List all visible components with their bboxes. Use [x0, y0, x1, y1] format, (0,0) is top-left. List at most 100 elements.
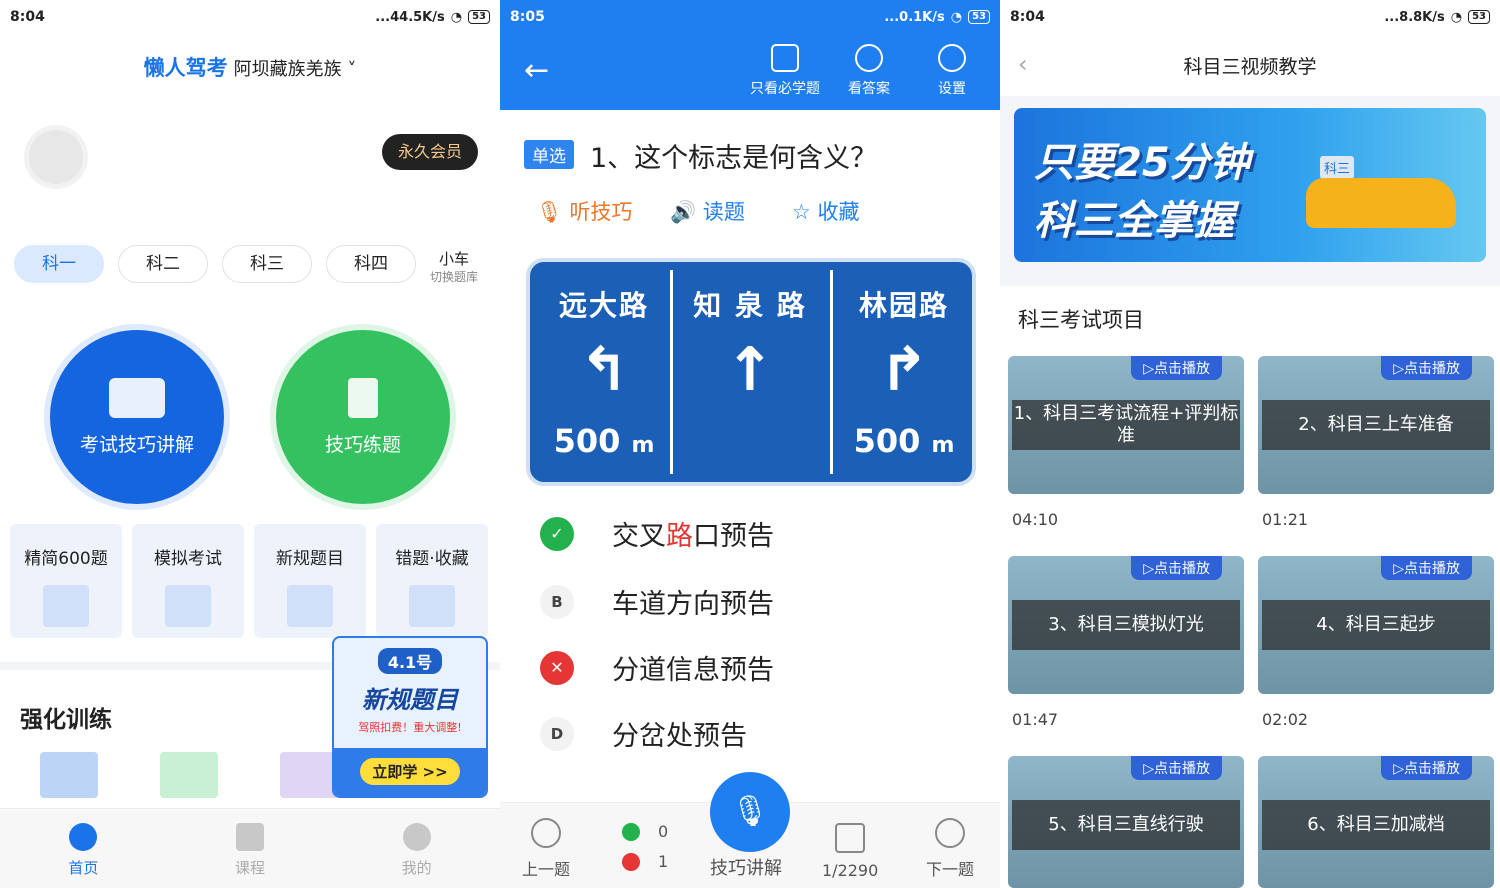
bottom-tabbar: 首页 课程 我的	[0, 808, 500, 888]
checklist-icon[interactable]	[160, 752, 218, 798]
play-icon[interactable]: ▷点击播放	[1381, 356, 1472, 380]
wrong-count: 1	[622, 852, 668, 871]
brand-header[interactable]: 懒人驾考 阿坝藏族羌族 ˅	[0, 52, 500, 82]
play-icon[interactable]: ▷点击播放	[1131, 756, 1222, 780]
battery-icon: 53	[468, 10, 490, 24]
tab-subject-1[interactable]: 科一	[14, 245, 104, 283]
video-card-1[interactable]: ▷点击播放 1、科目三考试流程+评判标准	[1008, 356, 1244, 494]
play-icon[interactable]: ▷点击播放	[1131, 556, 1222, 580]
status-bar: 8:04 ...8.8K/s ◔ 53	[1000, 0, 1500, 34]
steering-wheel-icon	[69, 823, 98, 851]
practice-circle-button[interactable]: 技巧练题	[276, 330, 450, 504]
next-question-button[interactable]: 下一题	[926, 818, 974, 880]
video-card-2[interactable]: ▷点击播放 2、科目三上车准备	[1258, 356, 1494, 494]
favorite-button[interactable]: ☆ 收藏	[792, 196, 860, 226]
switch-label: 小车	[439, 250, 470, 268]
tab-subject-4[interactable]: 科四	[326, 245, 416, 283]
promo-popup[interactable]: 4.1号 新规题目 驾照扣费！重大调整! 立即学 >>	[332, 636, 488, 798]
page-title: 科目三视频教学	[1183, 56, 1317, 78]
tab-subject-2[interactable]: 科二	[118, 245, 208, 283]
sign-left: 远大路 ↰ 500 m	[534, 270, 674, 474]
option-letter: B	[540, 584, 574, 619]
video-card-6[interactable]: ▷点击播放 6、科目三加减档	[1258, 756, 1494, 888]
video-title: 4、科目三起步	[1262, 600, 1490, 650]
card-mock-exam[interactable]: 模拟考试	[132, 524, 244, 638]
app-logo-text: 懒人驾考	[143, 56, 228, 80]
explain-label[interactable]: 技巧讲解	[710, 854, 782, 880]
explain-circle-button[interactable]: 考试技巧讲解	[50, 330, 224, 504]
promo-button[interactable]: 立即学 >>	[334, 748, 486, 796]
home-screen: 8:04 ...44.5K/s ◔ 53 懒人驾考 阿坝藏族羌族 ˅ 永久会员 科一 …	[0, 0, 500, 888]
scroll-icon[interactable]	[40, 752, 98, 798]
video-duration: 04:10	[1012, 510, 1059, 529]
tab-label: 课程	[235, 859, 266, 877]
tab-subject-3[interactable]: 科三	[222, 245, 312, 283]
switch-bank[interactable]: 小车 切换题库	[430, 250, 478, 286]
promo-banner[interactable]: 只要25分钟 科三全掌握 科三	[1014, 108, 1486, 262]
status-bar: 8:04 ...44.5K/s ◔ 53	[0, 0, 500, 34]
mic-icon: 🎙	[536, 200, 570, 224]
section-title: 强化训练	[20, 707, 112, 733]
card-label: 精简600题	[24, 549, 108, 569]
play-icon[interactable]: ▷点击播放	[1381, 556, 1472, 580]
card-wrong-fav[interactable]: 错题·收藏	[376, 524, 488, 638]
video-card-4[interactable]: ▷点击播放 4、科目三起步	[1258, 556, 1494, 694]
status-time: 8:05	[510, 9, 545, 25]
wifi-icon: ◔	[950, 9, 963, 25]
net-speed: ...8.8K/s	[1384, 9, 1445, 25]
option-c[interactable]: ✕ 分道信息预告	[540, 648, 774, 687]
card-new-rules[interactable]: 新规题目	[254, 524, 366, 638]
tab-mine[interactable]: 我的	[333, 809, 500, 888]
back-arrow-icon[interactable]: ←	[524, 56, 549, 86]
speaker-icon: 🔊	[670, 200, 703, 224]
tab-course[interactable]: 课程	[167, 809, 334, 888]
option-text: 口预告	[693, 521, 774, 552]
star-doc-icon	[409, 585, 455, 627]
video-camera-icon	[109, 377, 165, 418]
vip-badge[interactable]: 永久会员	[382, 134, 478, 170]
video-card-3[interactable]: ▷点击播放 3、科目三模拟灯光	[1008, 556, 1244, 694]
sign-divider	[830, 270, 833, 474]
read-question-button[interactable]: 🔊 读题	[670, 196, 745, 226]
prev-question-button[interactable]: 上一题	[522, 818, 570, 880]
play-icon[interactable]: ▷点击播放	[1381, 756, 1472, 780]
gear-icon	[938, 44, 966, 72]
microphone-icon[interactable]: 🎙	[710, 772, 790, 852]
question-type-badge: 单选	[524, 140, 574, 169]
settings-button[interactable]: 设置	[938, 44, 966, 98]
wrong-value: 1	[658, 852, 669, 871]
option-b[interactable]: B 车道方向预告	[540, 582, 774, 621]
chevron-right-icon	[935, 818, 965, 848]
video-icon	[236, 823, 264, 851]
show-answer-button[interactable]: 看答案	[848, 44, 890, 98]
option-text: 交叉	[612, 521, 666, 552]
promo-tag: 4.1号	[377, 648, 443, 674]
card-label: 模拟考试	[154, 549, 222, 569]
chevron-down-icon: ˅	[341, 59, 357, 80]
footer-label: 下一题	[926, 860, 975, 879]
promo-button-label: 立即学 >>	[360, 758, 460, 785]
edit-icon[interactable]	[280, 752, 338, 798]
card-label: 错题·收藏	[395, 549, 469, 569]
option-d[interactable]: D 分岔处预告	[540, 714, 747, 753]
turn-right-arrow-icon: ↱	[878, 335, 930, 405]
video-card-5[interactable]: ▷点击播放 5、科目三直线行驶	[1008, 756, 1244, 888]
tab-label: 首页	[68, 859, 99, 877]
play-icon[interactable]: ▷点击播放	[1131, 356, 1222, 380]
status-bar: 8:05 ...0.1K/s ◔ 53	[500, 0, 1000, 34]
option-a[interactable]: ✓ 交叉路口预告	[540, 514, 774, 553]
card-600[interactable]: 精简600题	[10, 524, 122, 638]
tab-home[interactable]: 首页	[0, 809, 167, 888]
sign-distance: 500 m	[553, 422, 655, 460]
straight-arrow-icon: ↑	[724, 335, 776, 405]
section-title: 科三考试项目	[1018, 308, 1144, 332]
rocket-icon	[43, 585, 89, 627]
listen-tip-button[interactable]: 🎙 听技巧	[536, 196, 632, 226]
avatar[interactable]	[24, 125, 88, 189]
must-learn-button[interactable]: 只看必学题	[750, 44, 820, 98]
footer-label: 上一题	[522, 860, 571, 879]
quiz-screen: 8:05 ...0.1K/s ◔ 53 ← 只看必学题 看答案 设置 单选 1、这个…	[500, 0, 1000, 888]
wifi-icon: ◔	[450, 9, 463, 25]
region-selector[interactable]: 阿坝藏族羌族	[234, 59, 342, 80]
progress-button[interactable]: 1/2290	[822, 823, 878, 880]
